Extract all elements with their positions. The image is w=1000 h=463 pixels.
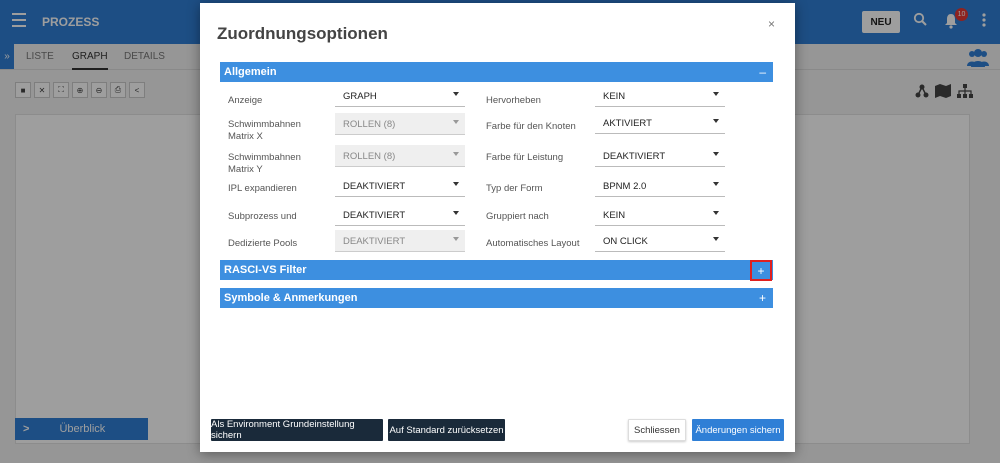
select-anzeige[interactable]: GRAPH: [335, 85, 465, 107]
close-button[interactable]: Schliessen: [628, 419, 686, 441]
select-value: ROLLEN (8): [343, 151, 396, 162]
save-changes-button[interactable]: Änderungen sichern: [692, 419, 784, 441]
expand-icon[interactable]: +: [750, 260, 772, 281]
reset-default-button[interactable]: Auf Standard zurücksetzen: [388, 419, 505, 441]
dialog-title: Zuordnungsoptionen: [217, 24, 388, 43]
select-value: GRAPH: [343, 91, 377, 102]
caret-down-icon: [453, 152, 459, 156]
select-value: BPNM 2.0: [603, 181, 647, 192]
select-ipl[interactable]: DEAKTIVIERT: [335, 175, 465, 197]
select-node-color[interactable]: AKTIVIERT: [595, 112, 725, 134]
select-value: AKTIVIERT: [603, 118, 652, 129]
caret-down-icon: [713, 152, 719, 156]
caret-down-icon: [453, 92, 459, 96]
select-swimlanes-x: ROLLEN (8): [335, 113, 465, 135]
section-allgemein-label: Allgemein: [224, 66, 277, 78]
field-label-shape-type: Typ der Form: [486, 183, 543, 194]
caret-down-icon: [713, 92, 719, 96]
caret-down-icon: [453, 120, 459, 124]
select-auto-layout[interactable]: ON CLICK: [595, 230, 725, 252]
caret-down-icon: [713, 119, 719, 123]
mapping-options-dialog: Zuordnungsoptionen × Allgemein – Anzeige…: [200, 3, 795, 452]
field-label-pools: Dedizierte Pools: [228, 238, 298, 249]
select-swimlanes-y: ROLLEN (8): [335, 145, 465, 167]
field-label-subprozess: Subprozess und: [228, 211, 297, 222]
select-subprozess[interactable]: DEAKTIVIERT: [335, 204, 465, 226]
caret-down-icon: [453, 182, 459, 186]
select-grouped-by[interactable]: KEIN: [595, 204, 725, 226]
caret-down-icon: [713, 237, 719, 241]
field-label-grouped-by: Gruppiert nach: [486, 211, 549, 222]
section-symbole-label: Symbole & Anmerkungen: [224, 292, 358, 304]
select-value: DEAKTIVIERT: [343, 210, 406, 221]
select-value: KEIN: [603, 210, 626, 221]
select-pools: DEAKTIVIERT: [335, 230, 465, 252]
section-allgemein[interactable]: Allgemein –: [220, 62, 773, 82]
select-performance-color[interactable]: DEAKTIVIERT: [595, 145, 725, 167]
field-label-auto-layout: Automatisches Layout: [486, 238, 580, 249]
field-label-swimlanes-x: Schwimmbahnen Matrix X: [228, 119, 301, 142]
field-label-ipl: IPL expandieren: [228, 183, 297, 194]
select-value: KEIN: [603, 91, 626, 102]
section-rasci-filter[interactable]: RASCI-VS Filter +: [220, 260, 773, 281]
caret-down-icon: [713, 211, 719, 215]
section-symbole[interactable]: Symbole & Anmerkungen +: [220, 288, 773, 308]
select-value: DEAKTIVIERT: [603, 151, 666, 162]
expand-icon[interactable]: +: [759, 291, 766, 305]
select-value: DEAKTIVIERT: [343, 181, 406, 192]
close-icon[interactable]: ×: [768, 17, 775, 31]
caret-down-icon: [453, 237, 459, 241]
section-rasci-label: RASCI-VS Filter: [224, 264, 307, 276]
field-label-swimlanes-y: Schwimmbahnen Matrix Y: [228, 152, 301, 175]
select-hervorheben[interactable]: KEIN: [595, 85, 725, 107]
field-label-hervorheben: Hervorheben: [486, 95, 541, 106]
save-environment-default-button[interactable]: Als Environment Grundeinstellung sichern: [211, 419, 383, 441]
select-value: ON CLICK: [603, 236, 648, 247]
field-label-anzeige: Anzeige: [228, 95, 263, 106]
field-label-node-color: Farbe für den Knoten: [486, 121, 576, 132]
select-value: DEAKTIVIERT: [343, 236, 406, 247]
select-shape-type[interactable]: BPNM 2.0: [595, 175, 725, 197]
collapse-icon[interactable]: –: [759, 65, 766, 79]
caret-down-icon: [453, 211, 459, 215]
caret-down-icon: [713, 182, 719, 186]
select-value: ROLLEN (8): [343, 119, 396, 130]
field-label-performance-color: Farbe für Leistung: [486, 152, 564, 163]
